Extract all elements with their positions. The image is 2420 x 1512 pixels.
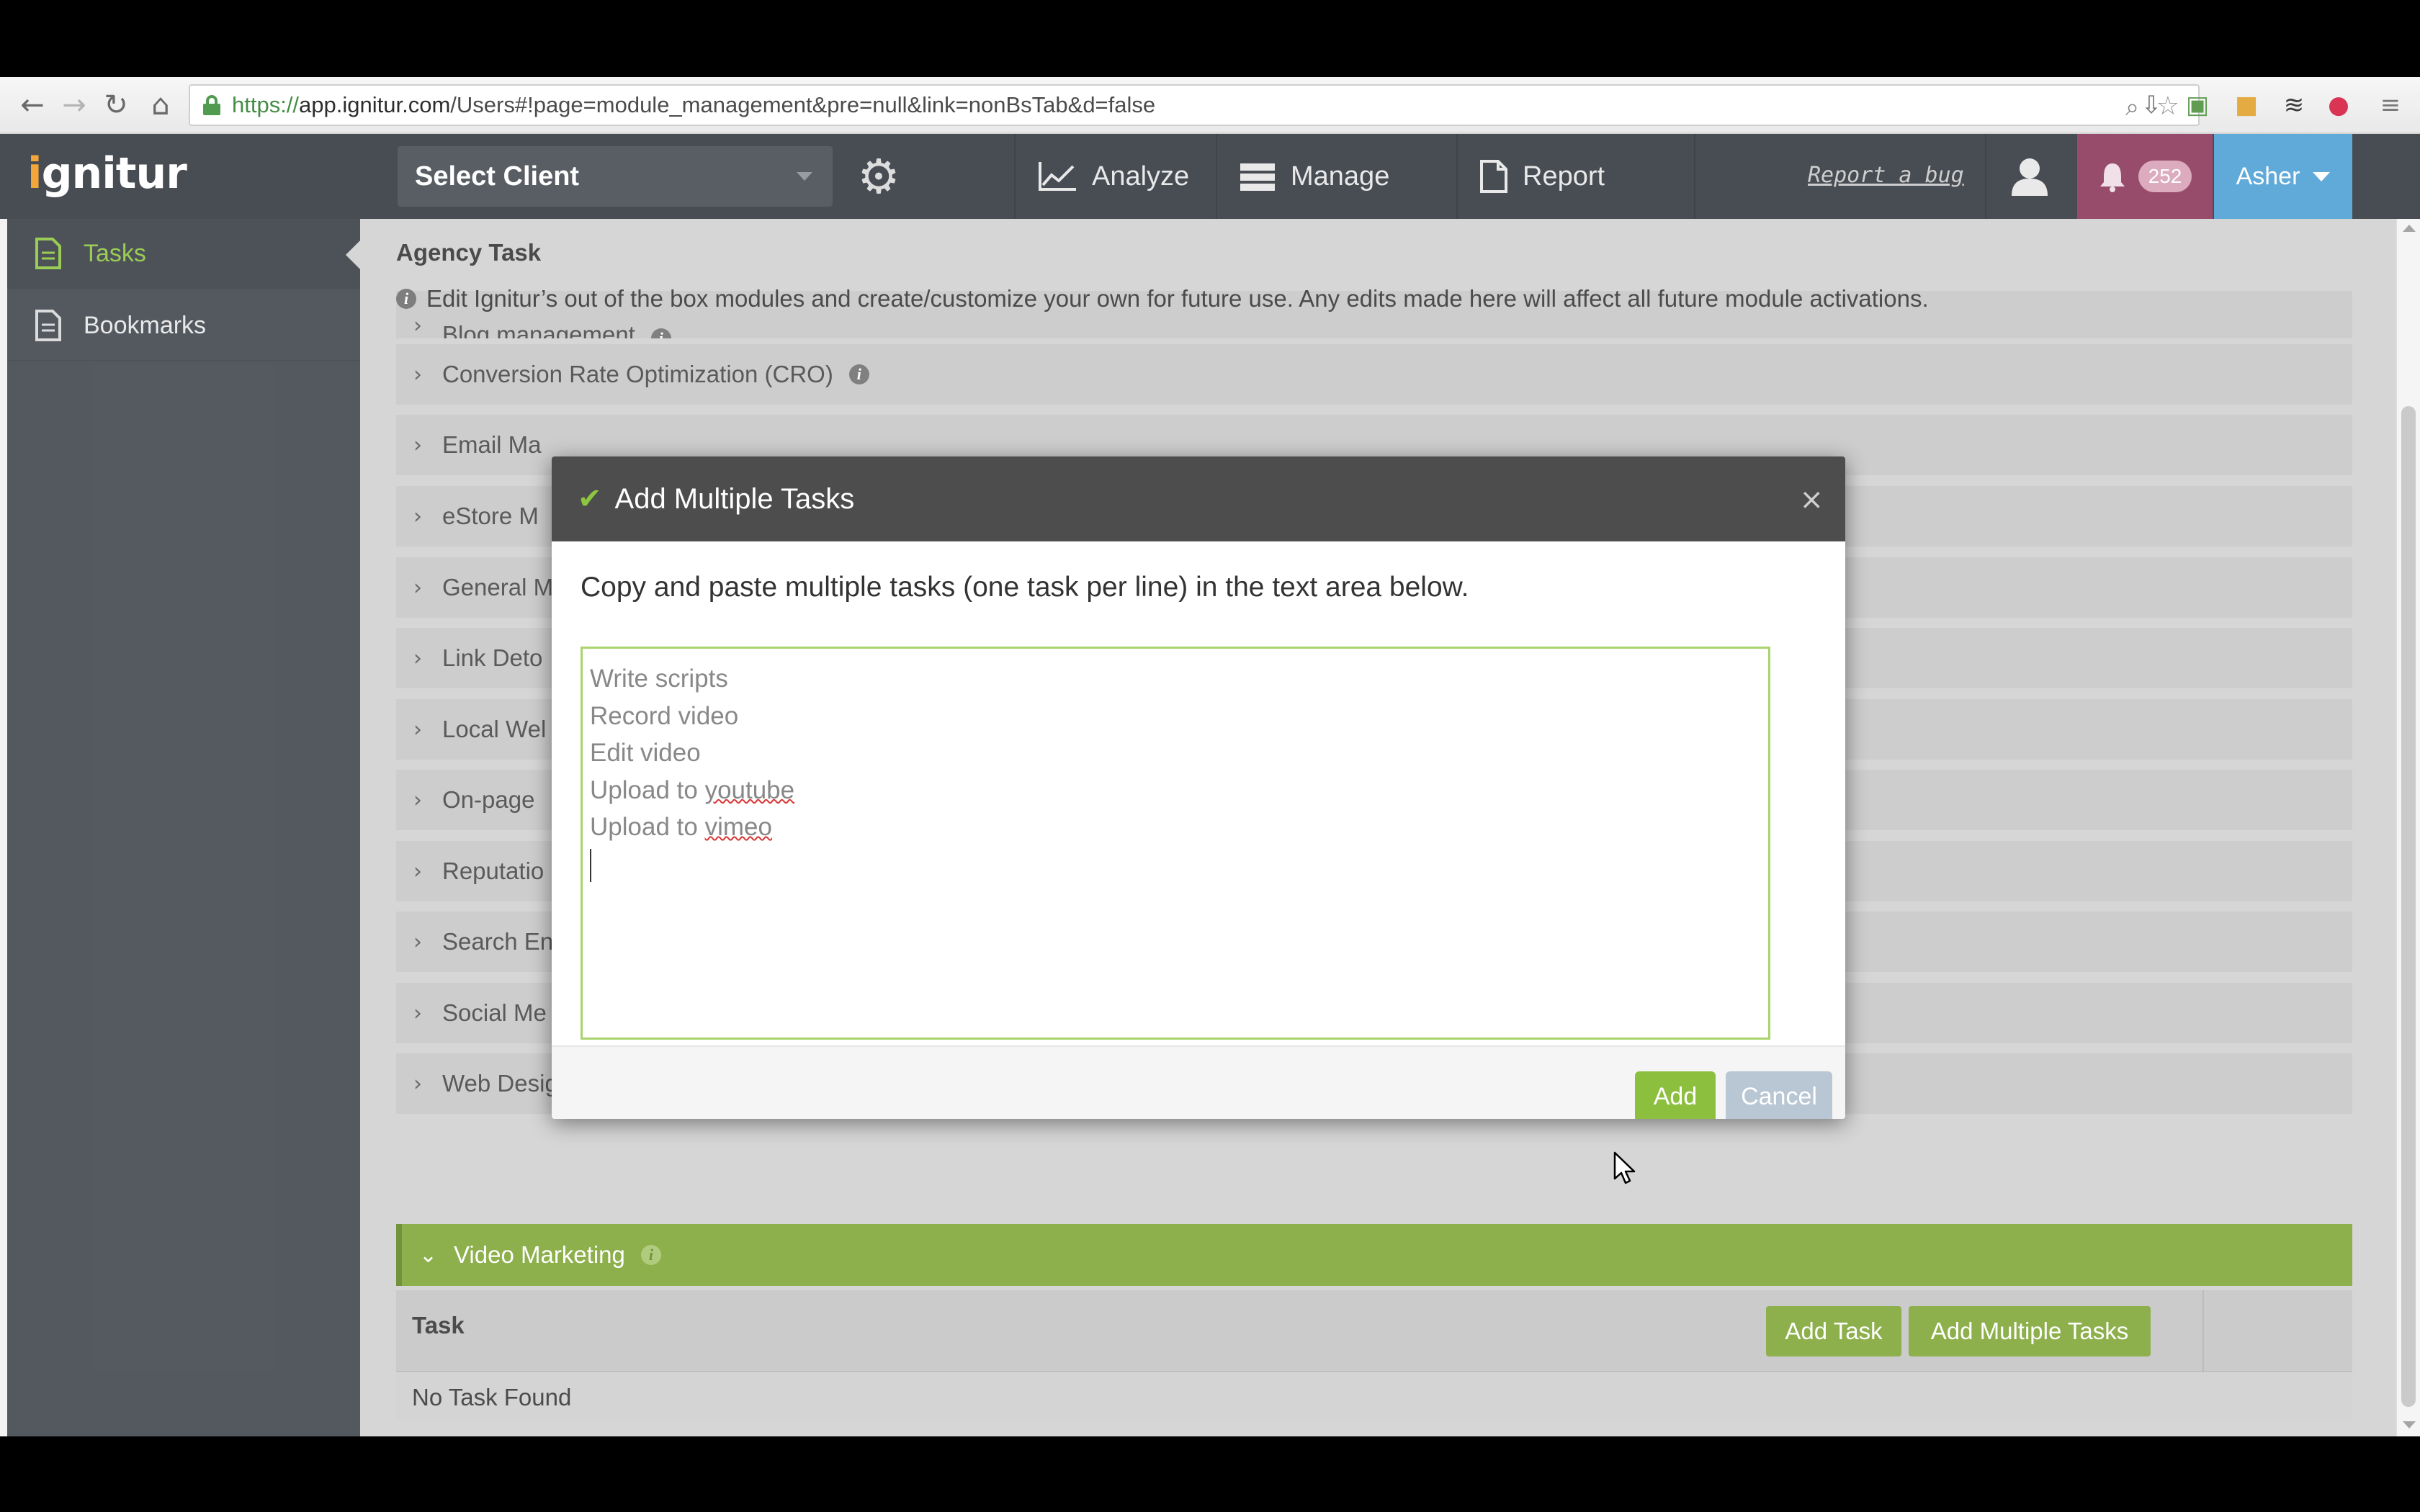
dialog-instruction: Copy and paste multiple tasks (one task … xyxy=(581,572,1469,603)
cancel-button[interactable]: Cancel xyxy=(1726,1071,1832,1119)
task-line: Record video xyxy=(590,701,739,730)
text-caret xyxy=(590,848,591,882)
misspelled-word: youtube xyxy=(704,775,795,804)
task-line: Write scripts xyxy=(590,665,728,693)
misspelled-word: vimeo xyxy=(704,813,772,841)
dialog-footer: Add Cancel xyxy=(552,1045,1845,1119)
add-multiple-tasks-dialog: ✔ Add Multiple Tasks × Copy and paste mu… xyxy=(552,456,1845,1119)
mouse-pointer-icon xyxy=(1613,1151,1636,1184)
task-text: Upload to xyxy=(590,813,705,841)
task-line-misspelled: Upload to vimeo xyxy=(590,809,1761,846)
dialog-header: ✔ Add Multiple Tasks × xyxy=(552,456,1845,541)
task-line: Edit video xyxy=(590,739,701,767)
dialog-body: Copy and paste multiple tasks (one task … xyxy=(552,541,1845,1045)
add-button[interactable]: Add xyxy=(1635,1071,1716,1119)
tasks-textarea[interactable]: Write scripts Record video Edit video Up… xyxy=(581,647,1770,1040)
task-line-misspelled: Upload to youtube xyxy=(590,772,1761,809)
dialog-title: Add Multiple Tasks xyxy=(614,482,855,515)
check-icon: ✔ xyxy=(578,482,602,516)
close-icon[interactable]: × xyxy=(1799,485,1824,514)
task-text: Upload to xyxy=(590,775,705,804)
browser-window: ← → ↻ ⌂ https://app.ignitur.com/Users#!p… xyxy=(0,77,2420,1436)
